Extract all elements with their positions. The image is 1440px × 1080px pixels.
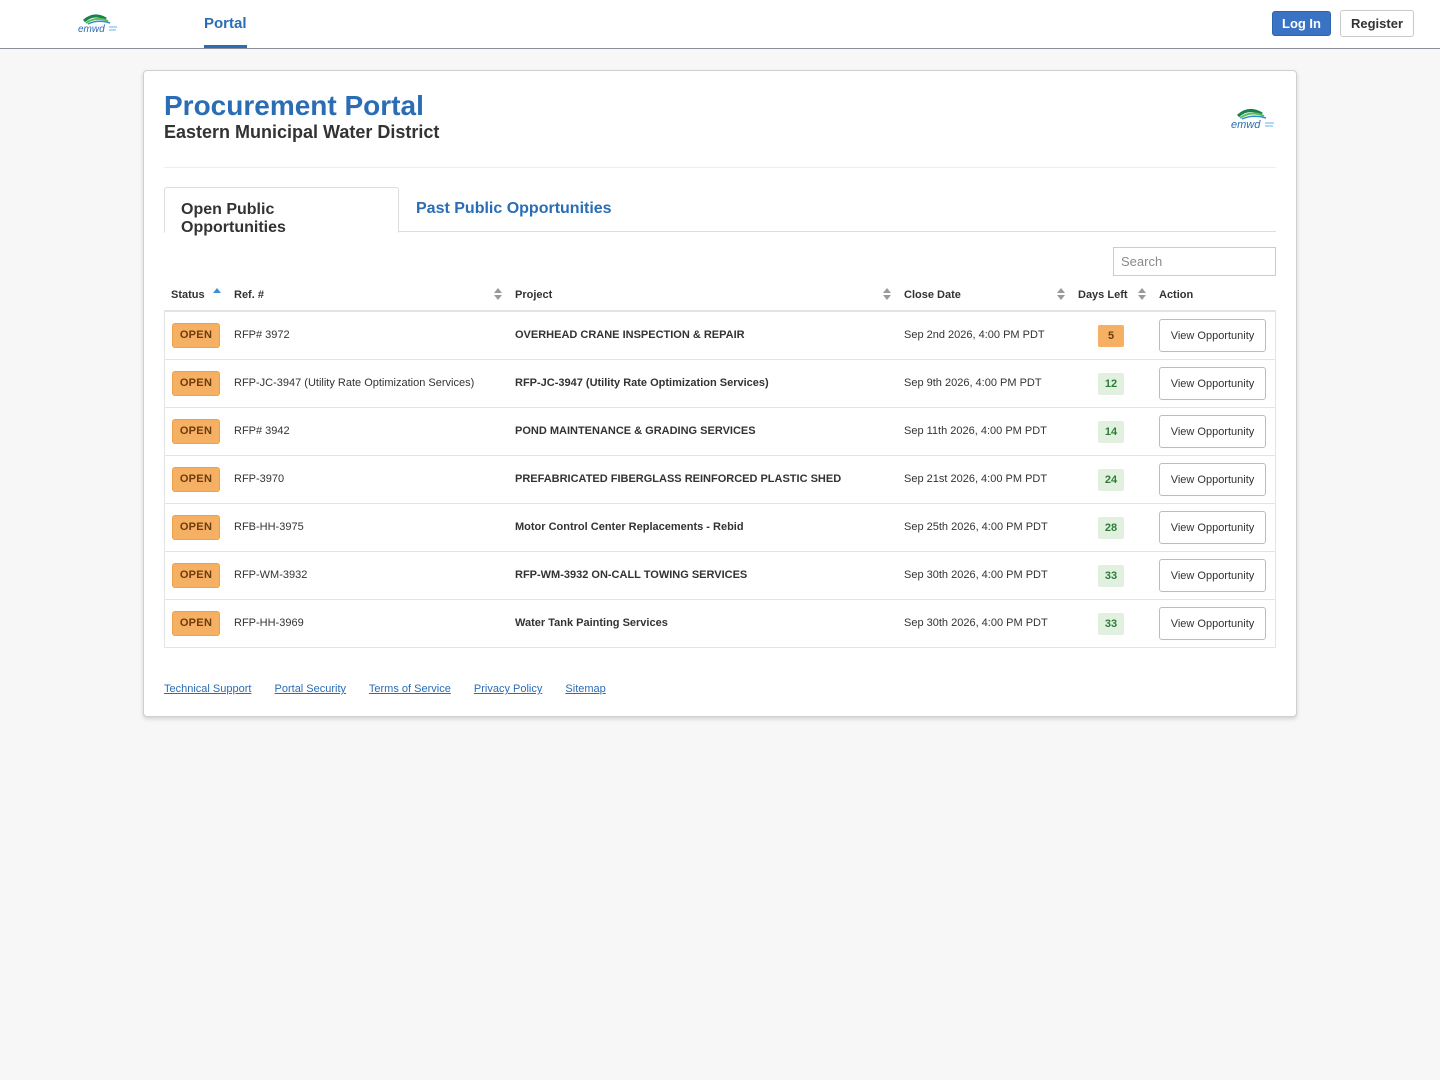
days-left-badge: 33	[1098, 613, 1124, 635]
tab-open-opportunities[interactable]: Open Public Opportunities	[164, 187, 399, 236]
footer-link-portal-security[interactable]: Portal Security	[275, 683, 347, 695]
column-header-days-left[interactable]: Days Left	[1078, 289, 1128, 301]
view-opportunity-button[interactable]: View Opportunity	[1159, 319, 1266, 352]
sort-ascending-icon[interactable]	[213, 286, 221, 300]
view-opportunity-button[interactable]: View Opportunity	[1159, 415, 1266, 448]
close-date-cell: Sep 11th 2026, 4:00 PM PDT	[904, 425, 1047, 437]
page-subtitle: Eastern Municipal Water District	[164, 122, 440, 142]
status-badge: OPEN	[172, 467, 220, 492]
ref-cell: RFP-JC-3947 (Utility Rate Optimization S…	[234, 377, 475, 389]
column-header-project[interactable]: Project	[515, 289, 552, 301]
close-date-cell: Sep 2nd 2026, 4:00 PM PDT	[904, 329, 1045, 341]
footer-link-privacy-policy[interactable]: Privacy Policy	[474, 683, 542, 695]
sort-icon[interactable]	[1057, 287, 1065, 301]
project-cell: PREFABRICATED FIBERGLASS REINFORCED PLAS…	[515, 473, 842, 485]
days-left-badge: 24	[1098, 469, 1124, 491]
emwd-logo-icon: emwd	[1231, 109, 1274, 131]
opportunities-table: Status Ref. # Project Close Date Days Le…	[164, 283, 1276, 648]
ref-cell: RFP-3970	[234, 473, 285, 485]
ref-cell: RFB-HH-3975	[234, 521, 304, 533]
top-nav-bar: emwd Portal Log In Register	[0, 0, 1440, 49]
status-badge: OPEN	[172, 323, 220, 348]
register-button[interactable]: Register	[1340, 10, 1414, 37]
column-header-action-label: Action	[1159, 289, 1194, 301]
ref-cell: RFP# 3942	[234, 425, 290, 437]
header-divider	[164, 167, 1276, 168]
nav-tab-portal-label: Portal	[204, 15, 247, 32]
nav-tab-portal[interactable]: Portal	[204, 0, 247, 48]
opportunity-tabs: Open Public Opportunities Past Public Op…	[164, 187, 1276, 236]
days-left-badge: 5	[1098, 325, 1124, 347]
logo-wordmark: emwd	[1231, 119, 1261, 131]
ref-cell: RFP-WM-3932	[234, 569, 308, 581]
project-cell: Water Tank Painting Services	[515, 617, 668, 629]
table-header: Status Ref. # Project Close Date Days Le…	[164, 283, 1276, 312]
footer-link-technical-support[interactable]: Technical Support	[164, 683, 251, 695]
close-date-cell: Sep 30th 2026, 4:00 PM PDT	[904, 617, 1048, 629]
project-cell: OVERHEAD CRANE INSPECTION & REPAIR	[515, 329, 745, 341]
page-title: Procurement Portal	[164, 90, 424, 121]
ref-cell: RFP# 3972	[234, 329, 290, 341]
search-input[interactable]	[1113, 247, 1276, 276]
table-row: OPEN RFP-3970 PREFABRICATED FIBERGLASS R…	[164, 456, 1276, 504]
project-cell: RFP-JC-3947 (Utility Rate Optimization S…	[515, 377, 769, 389]
view-opportunity-button[interactable]: View Opportunity	[1159, 367, 1266, 400]
status-badge: OPEN	[172, 611, 220, 636]
status-badge: OPEN	[172, 371, 220, 396]
sort-icon[interactable]	[1138, 287, 1146, 301]
procurement-card: Procurement Portal Eastern Municipal Wat…	[143, 70, 1297, 717]
column-header-project-label: Project	[515, 289, 553, 301]
column-header-status[interactable]: Status	[171, 289, 205, 301]
login-button[interactable]: Log In	[1272, 11, 1331, 36]
status-badge: OPEN	[172, 563, 220, 588]
close-date-cell: Sep 30th 2026, 4:00 PM PDT	[904, 569, 1048, 581]
footer-link-sitemap[interactable]: Sitemap	[565, 683, 605, 695]
footer-links: Technical Support Portal Security Terms …	[164, 683, 626, 695]
column-header-ref[interactable]: Ref. #	[234, 289, 264, 301]
view-opportunity-button[interactable]: View Opportunity	[1159, 559, 1266, 592]
table-row: OPEN RFP# 3942 POND MAINTENANCE & GRADIN…	[164, 408, 1276, 456]
column-header-ref-label: Ref. #	[234, 289, 264, 301]
days-left-badge: 12	[1098, 373, 1124, 395]
table-row: OPEN RFP-JC-3947 (Utility Rate Optimizat…	[164, 360, 1276, 408]
table-row: OPEN RFP-WM-3932 RFP-WM-3932 ON-CALL TOW…	[164, 552, 1276, 600]
tab-past-opportunities[interactable]: Past Public Opportunities	[400, 187, 628, 233]
column-header-action: Action	[1159, 289, 1193, 301]
close-date-cell: Sep 9th 2026, 4:00 PM PDT	[904, 377, 1042, 389]
column-header-status-label: Status	[171, 289, 205, 301]
active-tab-underline	[204, 45, 247, 48]
status-badge: OPEN	[172, 419, 220, 444]
ref-cell: RFP-HH-3969	[234, 617, 304, 629]
project-cell: Motor Control Center Replacements - Rebi…	[515, 521, 744, 533]
project-cell: RFP-WM-3932 ON-CALL TOWING SERVICES	[515, 569, 748, 581]
days-left-badge: 28	[1098, 517, 1124, 539]
project-cell: POND MAINTENANCE & GRADING SERVICES	[515, 425, 756, 437]
close-date-cell: Sep 21st 2026, 4:00 PM PDT	[904, 473, 1048, 485]
days-left-badge: 33	[1098, 565, 1124, 587]
status-badge: OPEN	[172, 515, 220, 540]
table-row: OPEN RFP# 3972 OVERHEAD CRANE INSPECTION…	[164, 312, 1276, 360]
column-header-days-left-label: Days Left	[1078, 289, 1128, 301]
logo-wordmark: emwd	[78, 24, 105, 35]
view-opportunity-button[interactable]: View Opportunity	[1159, 607, 1266, 640]
view-opportunity-button[interactable]: View Opportunity	[1159, 511, 1266, 544]
sort-icon[interactable]	[883, 287, 891, 301]
column-header-close-date-label: Close Date	[904, 289, 961, 301]
sort-icon[interactable]	[494, 287, 502, 301]
footer-link-terms-of-service[interactable]: Terms of Service	[369, 683, 451, 695]
days-left-badge: 14	[1098, 421, 1124, 443]
emwd-logo-icon[interactable]: emwd	[76, 11, 120, 35]
column-header-close-date[interactable]: Close Date	[904, 289, 961, 301]
table-row: OPEN RFP-HH-3969 Water Tank Painting Ser…	[164, 600, 1276, 648]
close-date-cell: Sep 25th 2026, 4:00 PM PDT	[904, 521, 1048, 533]
table-row: OPEN RFB-HH-3975 Motor Control Center Re…	[164, 504, 1276, 552]
view-opportunity-button[interactable]: View Opportunity	[1159, 463, 1266, 496]
